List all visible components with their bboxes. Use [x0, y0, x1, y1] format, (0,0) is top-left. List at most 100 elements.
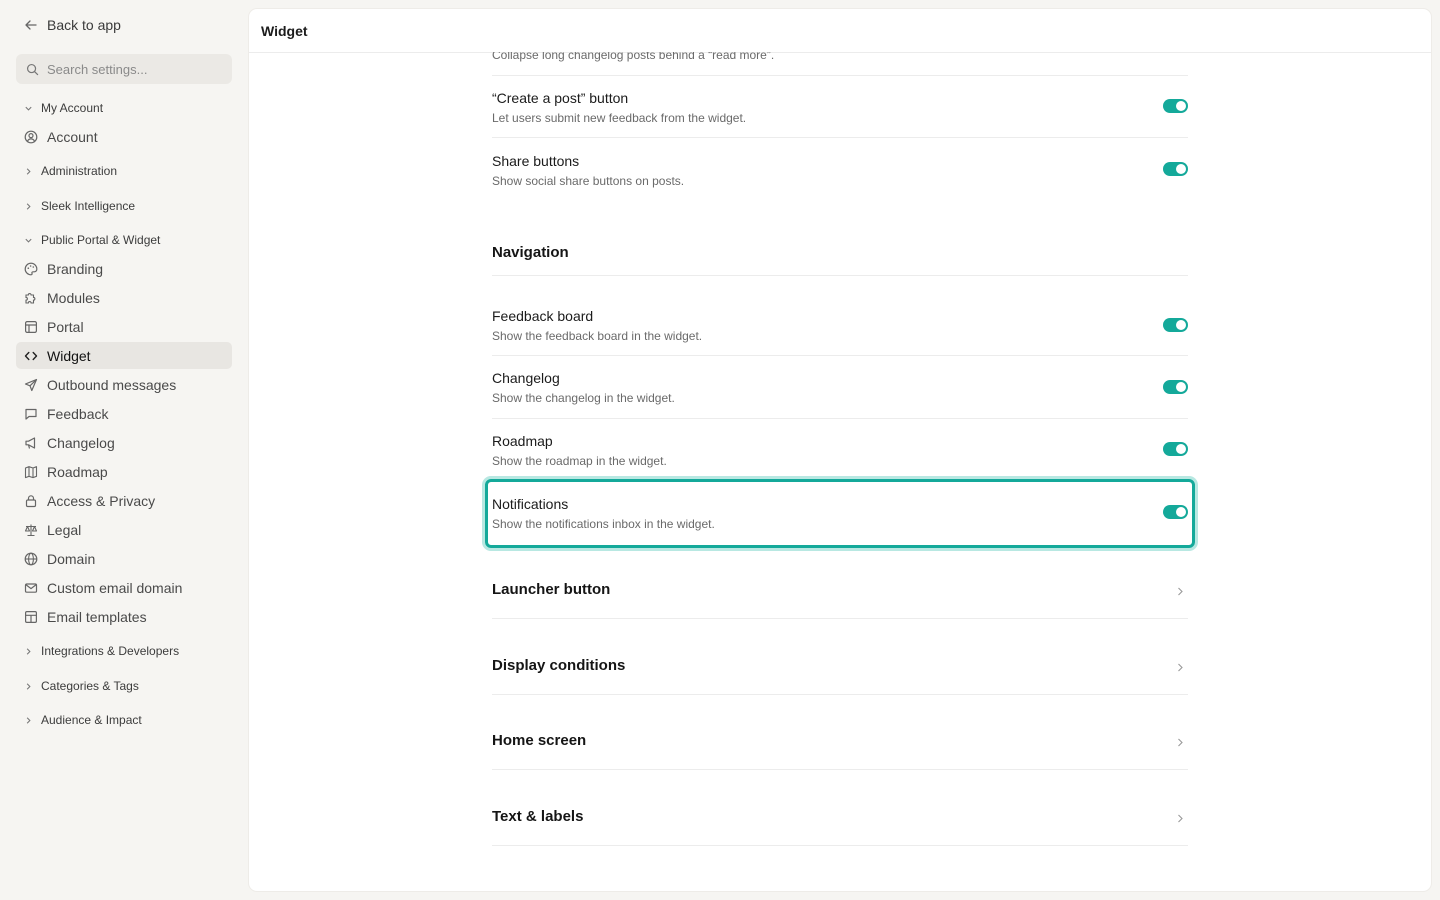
chevron-down-icon — [25, 238, 32, 243]
sidebar-item-portal[interactable]: Portal — [16, 313, 232, 340]
back-to-app-link[interactable]: Back to app — [24, 17, 121, 33]
code-icon — [24, 351, 38, 360]
section-title: Launcher button — [492, 581, 611, 598]
chevron-right-icon — [1178, 814, 1183, 823]
mail-icon — [24, 582, 38, 593]
setting-row-truncated: Collapse long changelog posts behind a “… — [492, 9, 1188, 76]
template-icon — [25, 610, 38, 623]
group-administration[interactable]: Administration — [24, 161, 117, 181]
setting-title: Changelog — [492, 370, 560, 386]
sidebar-item-widget[interactable]: Widget — [16, 342, 232, 369]
back-to-app-label: Back to app — [47, 17, 121, 33]
chevron-right-icon — [26, 167, 31, 175]
send-icon — [24, 378, 38, 391]
group-label: Integrations & Developers — [41, 644, 180, 658]
chevron-down-icon — [25, 106, 32, 111]
sidebar-item-branding[interactable]: Branding — [16, 255, 232, 282]
megaphone-icon — [25, 436, 36, 449]
setting-title: Roadmap — [492, 433, 553, 449]
section-home-screen[interactable]: Home screen — [492, 716, 1188, 770]
group-categories-tags[interactable]: Categories & Tags — [24, 676, 139, 696]
section-display-conditions[interactable]: Display conditions — [492, 641, 1188, 695]
navigation-section-header: Navigation — [492, 231, 1188, 276]
search-icon — [26, 63, 39, 75]
arrow-left-icon — [25, 20, 37, 30]
user-circle-icon — [24, 130, 38, 143]
setting-row-changelog: Changelog Show the changelog in the widg… — [492, 356, 1188, 419]
sidebar-item-label: Modules — [47, 289, 100, 306]
create-post-toggle[interactable] — [1163, 99, 1188, 113]
sidebar-item-label: Email templates — [47, 608, 147, 625]
section-launcher-button[interactable]: Launcher button — [492, 565, 1188, 619]
search-settings-input[interactable] — [47, 61, 222, 77]
sidebar-item-label: Custom email domain — [47, 579, 183, 596]
layout-icon — [25, 320, 38, 333]
scale-icon — [24, 524, 38, 536]
group-public-portal[interactable]: Public Portal & Widget — [24, 230, 160, 250]
sidebar-item-label: Portal — [47, 318, 84, 335]
setting-desc: Show social share buttons on posts. — [492, 174, 685, 188]
section-title: Text & labels — [492, 808, 584, 825]
changelog-toggle[interactable] — [1163, 380, 1188, 394]
map-icon — [24, 465, 38, 478]
section-title: Display conditions — [492, 657, 626, 674]
setting-title: “Create a post” button — [492, 90, 629, 106]
lock-icon — [25, 494, 37, 507]
settings-main-panel: Widget Collapse long changelog posts beh… — [249, 9, 1431, 891]
setting-row-roadmap: Roadmap Show the roadmap in the widget. — [492, 419, 1188, 481]
group-label: Categories & Tags — [41, 679, 139, 693]
group-label: Audience & Impact — [41, 713, 142, 727]
sidebar-item-label: Outbound messages — [47, 376, 177, 393]
share-buttons-toggle[interactable] — [1163, 162, 1188, 176]
chevron-right-icon — [1178, 663, 1183, 672]
sidebar-item-feedback[interactable]: Feedback — [16, 400, 232, 427]
sidebar-item-label: Feedback — [47, 405, 109, 422]
group-integrations[interactable]: Integrations & Developers — [24, 641, 179, 661]
setting-row-share-buttons: Share buttons Show social share buttons … — [492, 138, 1188, 201]
setting-row-create-post: “Create a post” button Let users submit … — [492, 76, 1188, 138]
group-audience-impact[interactable]: Audience & Impact — [24, 710, 142, 730]
section-title: Home screen — [492, 732, 587, 749]
sidebar-item-label: Access & Privacy — [47, 492, 156, 509]
sidebar-item-label: Roadmap — [47, 463, 108, 480]
group-sleek-intelligence[interactable]: Sleek Intelligence — [24, 196, 135, 216]
section-title: Navigation — [492, 244, 569, 261]
focused-row-highlight — [485, 479, 1195, 548]
chevron-right-icon — [26, 682, 31, 690]
sidebar-item-outbound-messages[interactable]: Outbound messages — [16, 371, 232, 398]
setting-desc: Show the roadmap in the widget. — [492, 454, 667, 468]
sidebar-item-label: Legal — [47, 521, 82, 538]
chevron-right-icon — [26, 202, 31, 210]
setting-desc: Let users submit new feedback from the w… — [492, 111, 747, 125]
group-my-account[interactable]: My Account — [24, 98, 103, 118]
sidebar-item-label: Account — [47, 128, 98, 145]
section-text-labels[interactable]: Text & labels — [492, 792, 1188, 846]
setting-title: Share buttons — [492, 153, 580, 169]
feedback-board-toggle[interactable] — [1163, 318, 1188, 332]
page-title: Widget — [261, 22, 308, 39]
chevron-right-icon — [26, 716, 31, 724]
sidebar-item-roadmap[interactable]: Roadmap — [16, 458, 232, 485]
sidebar-item-label: Branding — [47, 260, 104, 277]
group-label: Sleek Intelligence — [41, 199, 136, 213]
sidebar-item-access-privacy[interactable]: Access & Privacy — [16, 487, 232, 514]
sidebar-item-legal[interactable]: Legal — [16, 516, 232, 543]
sidebar-item-domain[interactable]: Domain — [16, 545, 232, 572]
sidebar-item-label: Changelog — [47, 434, 115, 451]
group-label: My Account — [41, 101, 104, 115]
puzzle-icon — [25, 292, 36, 304]
setting-desc: Collapse long changelog posts behind a “… — [492, 48, 775, 62]
setting-title: Feedback board — [492, 308, 594, 324]
palette-icon — [24, 262, 38, 275]
roadmap-toggle[interactable] — [1163, 442, 1188, 456]
setting-desc: Show the changelog in the widget. — [492, 391, 675, 405]
setting-row-feedback-board: Feedback board Show the feedback board i… — [492, 294, 1188, 356]
search-settings-box[interactable] — [16, 54, 232, 84]
sidebar-item-account[interactable]: Account — [16, 123, 232, 150]
message-square-icon — [25, 408, 37, 420]
sidebar-item-email-templates[interactable]: Email templates — [16, 603, 232, 630]
sidebar-item-label: Widget — [47, 347, 91, 364]
sidebar-item-custom-email-domain[interactable]: Custom email domain — [16, 574, 232, 601]
sidebar-item-changelog[interactable]: Changelog — [16, 429, 232, 456]
sidebar-item-modules[interactable]: Modules — [16, 284, 232, 311]
